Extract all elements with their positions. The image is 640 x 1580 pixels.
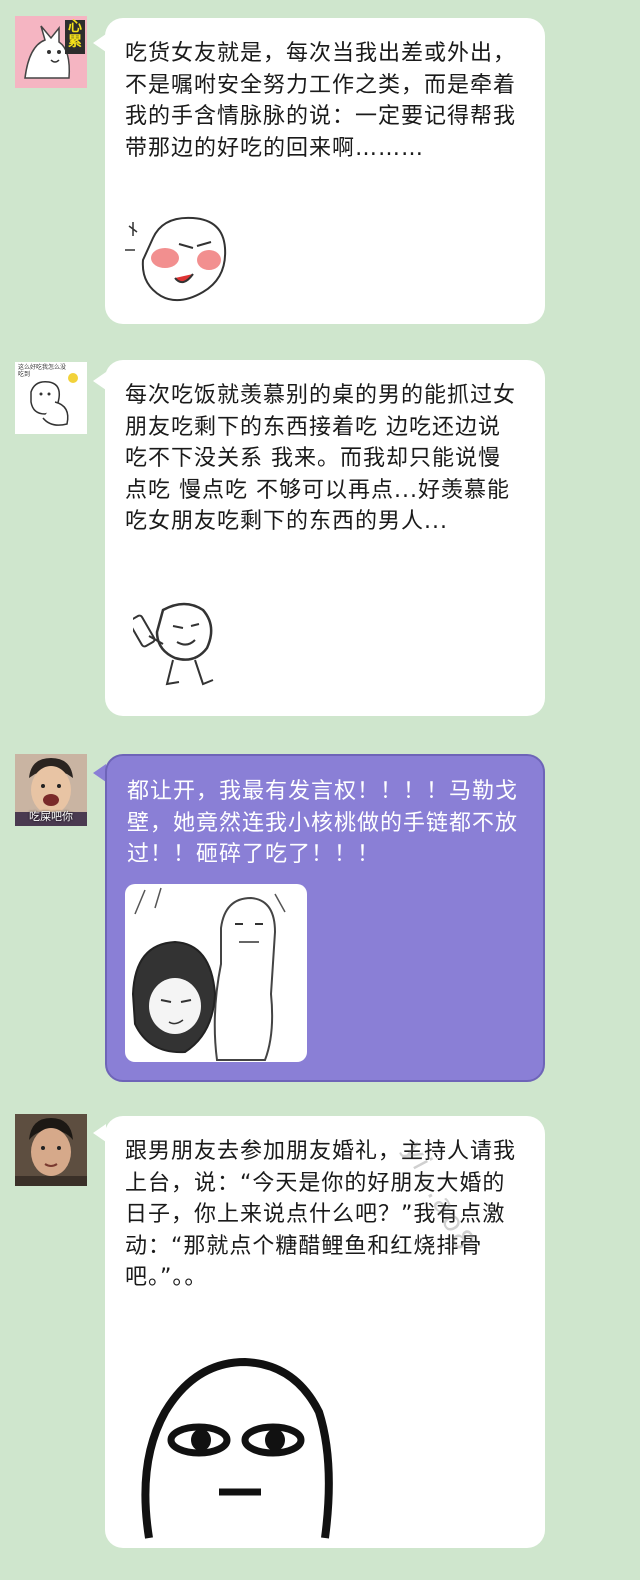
message-bubble[interactable]: 都让开，我最有发言权！！！！马勒戈壁，她竟然连我小核桃做的手链都不放过！！砸碎了… — [105, 754, 545, 1082]
avatar[interactable]: 心累 — [15, 16, 87, 88]
fan-waving-meme-sticker — [133, 602, 214, 686]
blushing-meme-sticker — [125, 216, 227, 302]
avatar-label: 这么好吃我怎么没吃到 — [18, 364, 67, 378]
blank-face-meme-sticker — [141, 1357, 333, 1539]
avatar-label: 吃屎吧你 — [29, 810, 73, 823]
message-text: 吃货女友就是，每次当我出差或外出，不是嘱咐安全努力工作之类，而是牵着我的手含情脉… — [125, 41, 517, 161]
message-text: 跟男朋友去参加朋友婚礼，主持人请我上台，说：“今天是你的好朋友大婚的日子，你上来… — [125, 1139, 517, 1290]
message-text: 都让开，我最有发言权！！！！马勒戈壁，她竟然连我小核桃做的手链都不放过！！砸碎了… — [127, 779, 519, 867]
avatar[interactable]: 这么好吃我怎么没吃到 — [15, 362, 87, 434]
message-text: 每次吃饭就羡慕别的桌的男的能抓过女朋友吃剩下的东西接着吃 边吃还边说 吃不下没关… — [125, 383, 517, 534]
sketch-couple-sticker — [125, 884, 307, 1062]
avatar-label: 心累 — [68, 19, 82, 50]
message-bubble[interactable]: 吃货女友就是，每次当我出差或外出，不是嘱咐安全努力工作之类，而是牵着我的手含情脉… — [105, 18, 545, 324]
message-bubble[interactable]: 跟男朋友去参加朋友婚礼，主持人请我上台，说：“今天是你的好朋友大婚的日子，你上来… — [105, 1116, 545, 1548]
avatar[interactable]: 吃屎吧你 — [15, 754, 87, 826]
message-bubble[interactable]: 每次吃饭就羡慕别的桌的男的能抓过女朋友吃剩下的东西接着吃 边吃还边说 吃不下没关… — [105, 360, 545, 716]
avatar[interactable] — [15, 1114, 87, 1186]
man-portrait-avatar-icon — [15, 1114, 87, 1186]
